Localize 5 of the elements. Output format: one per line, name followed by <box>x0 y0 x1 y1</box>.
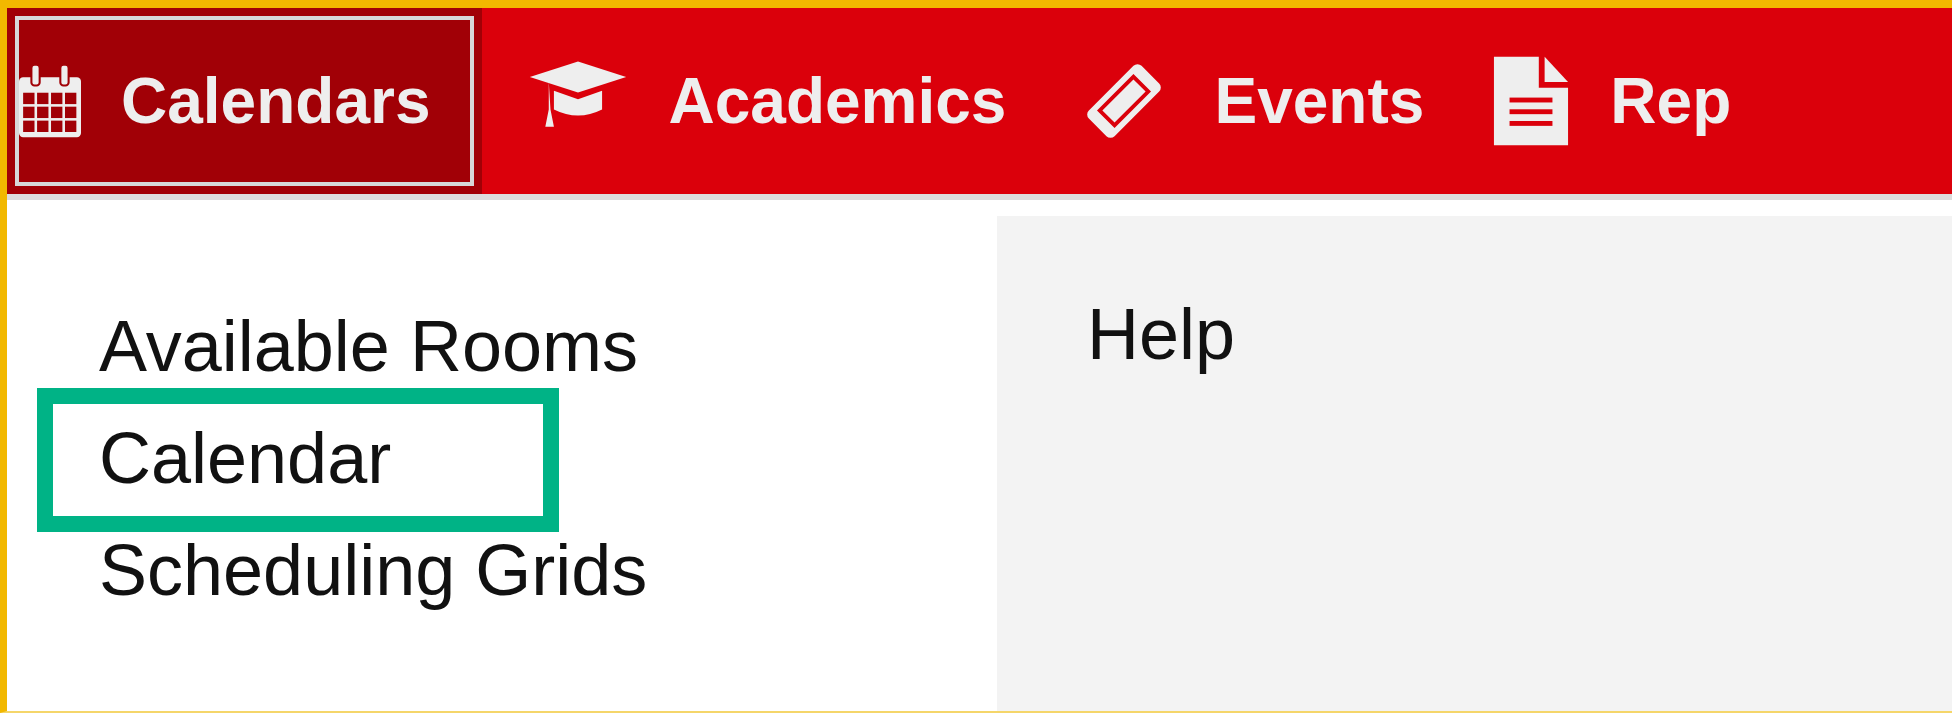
nav-tab[interactable]: Academics <box>504 16 1051 186</box>
nav-tab[interactable]: Rep <box>1468 16 1776 186</box>
nav-tab[interactable]: Events <box>1050 16 1469 186</box>
menu-link[interactable]: Calendar <box>37 388 559 532</box>
document-icon <box>1492 54 1571 148</box>
